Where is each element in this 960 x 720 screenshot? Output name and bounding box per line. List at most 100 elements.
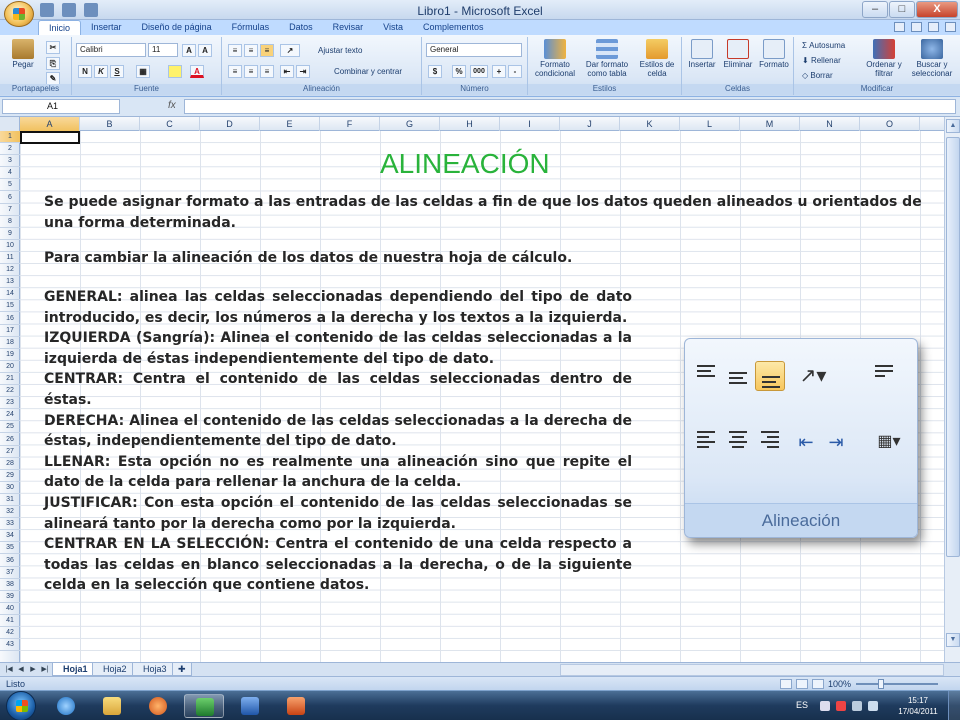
italic-button[interactable]: K bbox=[94, 65, 108, 78]
column-header-m[interactable]: M bbox=[740, 117, 800, 131]
insert-function-icon[interactable]: fx bbox=[168, 100, 176, 111]
name-box[interactable]: A1 bbox=[2, 99, 120, 114]
fill-button[interactable]: ⬇ Rellenar bbox=[802, 56, 841, 65]
office-button[interactable] bbox=[4, 1, 34, 27]
copy-icon[interactable]: ⎘ bbox=[46, 57, 60, 70]
vertical-scrollbar[interactable]: ▲ ▼ bbox=[944, 117, 960, 662]
first-sheet-icon[interactable]: |◀ bbox=[4, 665, 14, 675]
column-header-a[interactable]: A bbox=[20, 117, 80, 131]
delete-cells-button[interactable]: Eliminar bbox=[720, 39, 756, 69]
increase-indent-icon[interactable]: ⇥ bbox=[296, 65, 310, 78]
find-select-button[interactable]: Buscar y seleccionar bbox=[908, 39, 956, 78]
conditional-format-button[interactable]: Formato condicional bbox=[530, 39, 580, 78]
maximize-button[interactable]: □ bbox=[889, 1, 915, 18]
column-header-f[interactable]: F bbox=[320, 117, 380, 131]
row-header-29[interactable]: 29 bbox=[0, 470, 20, 482]
align-left-icon[interactable]: ≡ bbox=[228, 65, 242, 78]
select-all-corner[interactable] bbox=[0, 117, 20, 131]
row-header-34[interactable]: 34 bbox=[0, 530, 20, 543]
row-header-18[interactable]: 18 bbox=[0, 337, 20, 349]
column-header-n[interactable]: N bbox=[800, 117, 860, 131]
formula-input[interactable] bbox=[184, 99, 956, 114]
column-header-c[interactable]: C bbox=[140, 117, 200, 131]
last-sheet-icon[interactable]: ▶| bbox=[40, 665, 50, 675]
font-color-button[interactable]: A bbox=[190, 65, 204, 78]
row-header-38[interactable]: 38 bbox=[0, 579, 20, 591]
row-header-12[interactable]: 12 bbox=[0, 264, 20, 277]
cut-icon[interactable]: ✂ bbox=[46, 41, 60, 54]
row-header-10[interactable]: 10 bbox=[0, 240, 20, 252]
close-button[interactable]: X bbox=[916, 1, 958, 18]
workbook-close-icon[interactable] bbox=[945, 22, 956, 32]
start-button[interactable] bbox=[6, 691, 36, 720]
format-cells-button[interactable]: Formato bbox=[756, 39, 792, 69]
paste-button[interactable]: Pegar bbox=[6, 39, 40, 69]
column-header-g[interactable]: G bbox=[380, 117, 440, 131]
scroll-down-icon[interactable]: ▼ bbox=[946, 633, 960, 647]
row-header-28[interactable]: 28 bbox=[0, 458, 20, 470]
network-icon[interactable] bbox=[852, 701, 862, 711]
merge-center-button[interactable]: Combinar y centrar bbox=[334, 67, 402, 76]
row-header-41[interactable]: 41 bbox=[0, 615, 20, 627]
cell-styles-button[interactable]: Estilos de celda bbox=[634, 39, 680, 78]
row-header-43[interactable]: 43 bbox=[0, 639, 20, 652]
orientation-icon[interactable]: ↗ bbox=[280, 44, 300, 57]
font-name-select[interactable]: Calibri bbox=[76, 43, 146, 57]
row-header-13[interactable]: 13 bbox=[0, 276, 20, 289]
ribbon-tab-3[interactable]: Fórmulas bbox=[222, 20, 280, 35]
shrink-font-icon[interactable]: A bbox=[198, 44, 212, 57]
borders-icon[interactable]: ▦ bbox=[136, 65, 150, 78]
system-clock[interactable]: 15:17 17/04/2011 bbox=[892, 695, 944, 717]
sheet-tab-hoja2[interactable]: Hoja2 bbox=[92, 663, 138, 676]
help-icon[interactable] bbox=[894, 22, 905, 32]
wrap-text-button[interactable]: Ajustar texto bbox=[318, 46, 362, 55]
taskbar-word[interactable] bbox=[230, 694, 270, 718]
scroll-up-icon[interactable]: ▲ bbox=[946, 119, 960, 133]
row-header-20[interactable]: 20 bbox=[0, 361, 20, 373]
grow-font-icon[interactable]: A bbox=[182, 44, 196, 57]
font-size-select[interactable]: 11 bbox=[148, 43, 178, 57]
row-header-27[interactable]: 27 bbox=[0, 446, 20, 458]
row-header-36[interactable]: 36 bbox=[0, 555, 20, 567]
row-header-30[interactable]: 30 bbox=[0, 482, 20, 494]
column-header-j[interactable]: J bbox=[560, 117, 620, 131]
ribbon-tab-0[interactable]: Inicio bbox=[38, 20, 82, 35]
row-header-3[interactable]: 3 bbox=[0, 155, 20, 168]
column-header-h[interactable]: H bbox=[440, 117, 500, 131]
taskbar-explorer[interactable] bbox=[92, 694, 132, 718]
taskbar-powerpoint[interactable] bbox=[276, 694, 316, 718]
zoom-level[interactable]: 100% bbox=[828, 679, 851, 689]
zoom-slider-thumb[interactable] bbox=[878, 679, 884, 689]
decrease-decimal-icon[interactable]: - bbox=[508, 65, 522, 78]
row-header-11[interactable]: 11 bbox=[0, 252, 20, 264]
show-desktop-button[interactable] bbox=[948, 691, 960, 720]
column-header-k[interactable]: K bbox=[620, 117, 680, 131]
workbook-restore-icon[interactable] bbox=[928, 22, 939, 32]
zoom-slider[interactable] bbox=[856, 679, 938, 689]
ribbon-tab-5[interactable]: Revisar bbox=[323, 20, 374, 35]
number-format-select[interactable]: General bbox=[426, 43, 522, 57]
row-header-26[interactable]: 26 bbox=[0, 434, 20, 446]
row-header-2[interactable]: 2 bbox=[0, 143, 20, 156]
row-header-22[interactable]: 22 bbox=[0, 385, 20, 398]
row-header-5[interactable]: 5 bbox=[0, 179, 20, 192]
tray-arrow-icon[interactable] bbox=[820, 701, 830, 711]
row-header-35[interactable]: 35 bbox=[0, 542, 20, 555]
underline-button[interactable]: S bbox=[110, 65, 124, 78]
workbook-minimize-icon[interactable] bbox=[911, 22, 922, 32]
ribbon-tab-4[interactable]: Datos bbox=[279, 20, 323, 35]
column-header-d[interactable]: D bbox=[200, 117, 260, 131]
align-bottom-icon[interactable]: ≡ bbox=[260, 44, 274, 57]
row-header-37[interactable]: 37 bbox=[0, 567, 20, 579]
align-right-icon[interactable]: ≡ bbox=[260, 65, 274, 78]
currency-button[interactable]: $ bbox=[428, 65, 442, 78]
bold-button[interactable]: N bbox=[78, 65, 92, 78]
decrease-indent-icon[interactable]: ⇤ bbox=[280, 65, 294, 78]
ribbon-tab-7[interactable]: Complementos bbox=[413, 20, 494, 35]
sort-filter-button[interactable]: Ordenar y filtrar bbox=[862, 39, 906, 78]
taskbar-ie[interactable] bbox=[46, 694, 86, 718]
column-header-e[interactable]: E bbox=[260, 117, 320, 131]
row-header-4[interactable]: 4 bbox=[0, 167, 20, 180]
row-header-17[interactable]: 17 bbox=[0, 325, 20, 337]
row-header-8[interactable]: 8 bbox=[0, 216, 20, 228]
